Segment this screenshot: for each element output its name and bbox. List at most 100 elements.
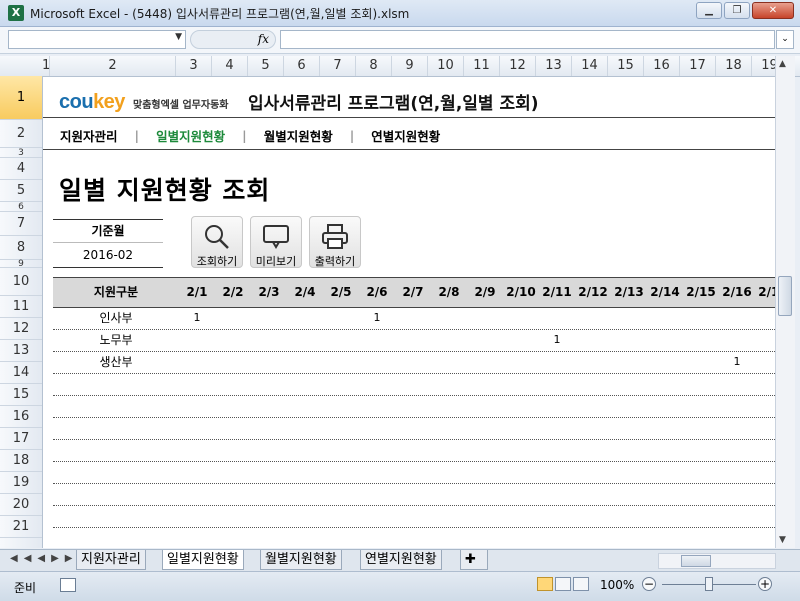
- row-header[interactable]: 10: [0, 268, 42, 296]
- row-header[interactable]: 5: [0, 180, 42, 202]
- dept-cell: 생산부: [99, 355, 133, 369]
- column-header[interactable]: 9: [392, 56, 428, 76]
- tab-applicant-management[interactable]: 지원자관리: [76, 550, 146, 570]
- search-button[interactable]: 조회하기: [191, 216, 243, 268]
- preview-button[interactable]: 미리보기: [250, 216, 302, 268]
- column-header[interactable]: 11: [464, 56, 500, 76]
- row-header[interactable]: 9: [0, 260, 42, 269]
- table-row[interactable]: [53, 462, 775, 484]
- column-header[interactable]: 4: [212, 56, 248, 76]
- minimize-button[interactable]: ▁: [696, 2, 722, 19]
- row-header[interactable]: 3: [0, 148, 42, 158]
- row-header[interactable]: 6: [0, 202, 42, 212]
- excel-app-icon[interactable]: X: [8, 5, 24, 21]
- nav-item-monthly-status[interactable]: 월별지원현황: [247, 126, 350, 145]
- close-button[interactable]: ✕: [752, 2, 794, 19]
- insert-function-button[interactable]: fx: [190, 30, 276, 49]
- tab-monthly-status[interactable]: 월별지원현황: [260, 550, 342, 570]
- column-header[interactable]: 6: [284, 56, 320, 76]
- zoom-in-icon[interactable]: +: [758, 577, 772, 591]
- zoom-slider-thumb[interactable]: [705, 577, 713, 591]
- table-row[interactable]: [53, 440, 775, 462]
- row-header[interactable]: 12: [0, 318, 42, 340]
- row-header[interactable]: 21: [0, 516, 42, 538]
- chevron-down-icon[interactable]: ▼: [175, 32, 182, 42]
- normal-view-icon[interactable]: [537, 577, 553, 591]
- row-header[interactable]: 15: [0, 384, 42, 406]
- zoom-level[interactable]: 100%: [600, 578, 634, 592]
- column-header[interactable]: 18: [716, 56, 752, 76]
- table-header-date: 2/16: [722, 285, 752, 299]
- row-header[interactable]: 1: [0, 76, 42, 120]
- row-header[interactable]: 20: [0, 494, 42, 516]
- base-month-input[interactable]: 2016-02: [53, 243, 163, 268]
- row-header[interactable]: 17: [0, 428, 42, 450]
- window-title: Microsoft Excel - (5448) 입사서류관리 프로그램(연,월…: [30, 7, 410, 21]
- count-cell: 1: [733, 355, 741, 368]
- scroll-down-icon[interactable]: ▼: [779, 535, 786, 545]
- print-button-label: 출력하기: [314, 255, 356, 268]
- row-header[interactable]: 8: [0, 236, 42, 260]
- count-cell: 1: [193, 311, 201, 324]
- horizontal-scrollbar[interactable]: [658, 553, 776, 569]
- table-row[interactable]: [53, 484, 775, 506]
- expand-formula-bar-button[interactable]: ⌄: [776, 30, 794, 49]
- nav-item-daily-status[interactable]: 일별지원현황: [139, 126, 242, 145]
- column-header[interactable]: 7: [320, 56, 356, 76]
- table-row[interactable]: 생산부 1: [53, 352, 775, 374]
- restore-button[interactable]: ❐: [724, 2, 750, 19]
- page-break-view-icon[interactable]: [573, 577, 589, 591]
- tab-yearly-status[interactable]: 연별지원현황: [360, 550, 442, 570]
- horizontal-scroll-thumb[interactable]: [681, 555, 711, 567]
- row-header[interactable]: 14: [0, 362, 42, 384]
- row-header[interactable]: 2: [0, 120, 42, 148]
- dept-cell: 노무부: [99, 333, 133, 347]
- row-header[interactable]: 13: [0, 340, 42, 362]
- insert-sheet-icon[interactable]: ✚: [460, 550, 488, 570]
- name-box[interactable]: ▼: [8, 30, 186, 49]
- macro-record-icon[interactable]: [60, 578, 76, 592]
- scroll-up-icon[interactable]: ▲: [779, 59, 786, 69]
- row-headers: 1 2 3 4 5 6 7 8 9 10 11 12 13 14 15 16 17 18 19 20 21: [0, 76, 43, 548]
- column-header[interactable]: 17: [680, 56, 716, 76]
- column-header[interactable]: 1: [42, 56, 50, 76]
- row-header[interactable]: 16: [0, 406, 42, 428]
- table-header-date: 2/17: [758, 285, 775, 299]
- column-header[interactable]: 16: [644, 56, 680, 76]
- table-header-date: 2/12: [578, 285, 608, 299]
- nav-item-yearly-status[interactable]: 연별지원현황: [354, 126, 457, 145]
- row-header[interactable]: 19: [0, 472, 42, 494]
- zoom-out-icon[interactable]: −: [642, 577, 656, 591]
- nav-item-applicant-management[interactable]: 지원자관리: [43, 126, 135, 145]
- table-row[interactable]: [53, 374, 775, 396]
- vertical-scroll-thumb[interactable]: [778, 276, 792, 316]
- column-header[interactable]: 2: [50, 56, 176, 76]
- worksheet[interactable]: coukey 맞춤형엑셀 업무자동화 입사서류관리 프로그램(연,월,일별 조회…: [43, 77, 775, 548]
- table-header: 지원구분 2/1 2/2 2/3 2/4 2/5 2/6 2/7 2/8 2/9 2/10 2/11 2…: [53, 277, 775, 308]
- row-header[interactable]: 11: [0, 296, 42, 318]
- table-row[interactable]: 노무부 1: [53, 330, 775, 352]
- row-header[interactable]: 7: [0, 212, 42, 236]
- table-row[interactable]: [53, 418, 775, 440]
- column-header[interactable]: 15: [608, 56, 644, 76]
- table-header-date: 2/11: [542, 285, 572, 299]
- table-row[interactable]: 인사부 1 1: [53, 308, 775, 330]
- print-button[interactable]: 출력하기: [309, 216, 361, 268]
- table-row[interactable]: [53, 528, 775, 548]
- column-header[interactable]: 13: [536, 56, 572, 76]
- page-layout-view-icon[interactable]: [555, 577, 571, 591]
- column-header[interactable]: 14: [572, 56, 608, 76]
- table-row[interactable]: [53, 396, 775, 418]
- row-header[interactable]: 18: [0, 450, 42, 472]
- table-row[interactable]: [53, 506, 775, 528]
- table-header-date: 2/14: [650, 285, 680, 299]
- vertical-scrollbar[interactable]: ▲ ▼: [775, 56, 795, 548]
- formula-input[interactable]: [280, 30, 775, 49]
- column-header[interactable]: 12: [500, 56, 536, 76]
- column-header[interactable]: 5: [248, 56, 284, 76]
- tab-daily-status[interactable]: 일별지원현황: [162, 550, 244, 570]
- column-header[interactable]: 10: [428, 56, 464, 76]
- column-header[interactable]: 8: [356, 56, 392, 76]
- row-header[interactable]: 4: [0, 158, 42, 180]
- column-header[interactable]: 3: [176, 56, 212, 76]
